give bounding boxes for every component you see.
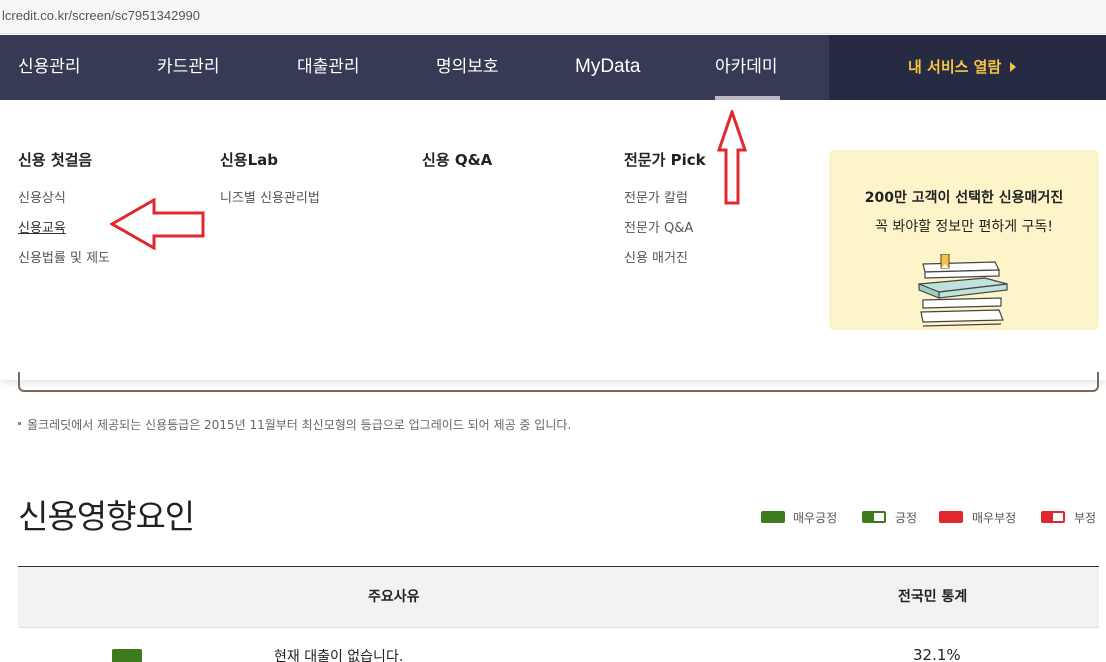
nav-item-loan-management[interactable]: 대출관리 <box>297 35 360 100</box>
legend-label: 매우긍정 <box>793 511 838 525</box>
magazine-promo-banner[interactable]: 200만 고객이 선택한 신용매거진 꼭 봐야할 정보만 편하게 구독! <box>829 150 1099 330</box>
browser-url-bar[interactable]: lcredit.co.kr/screen/sc7951342990 <box>0 0 1106 34</box>
legend-swatch-very-positive <box>761 511 785 523</box>
nav-item-academy[interactable]: 아카데미 <box>715 35 778 100</box>
nav-item-credit-management[interactable]: 신용관리 <box>18 35 81 100</box>
menu-link-credit-education[interactable]: 신용교육 <box>18 217 66 236</box>
menu-column-title-credit-basics: 신용 첫걸음 <box>18 151 93 169</box>
menu-link-expert-column[interactable]: 전문가 칼럼 <box>624 187 688 206</box>
nav-item-mydata[interactable]: MyData <box>575 35 640 100</box>
nav-item-identity-protection[interactable]: 명의보호 <box>436 35 499 100</box>
legend-label: 매우부정 <box>972 511 1017 525</box>
impact-swatch-very-positive <box>112 649 142 662</box>
legend-swatch-very-negative <box>939 511 963 523</box>
url-text[interactable]: lcredit.co.kr/screen/sc7951342990 <box>2 8 200 23</box>
academy-mega-menu: 신용 첫걸음 신용상식 신용교육 신용법률 및 제도 신용Lab 니즈별 신용관… <box>0 100 1106 380</box>
menu-link-credit-knowledge[interactable]: 신용상식 <box>18 187 66 206</box>
legend-label: 부정 <box>1074 511 1097 525</box>
legend-label: 긍정 <box>895 511 918 525</box>
factors-table-header: 주요사유 전국민 통계 <box>18 566 1099 628</box>
book-stack-icon <box>918 254 1008 327</box>
triangle-right-icon <box>1010 62 1016 72</box>
legend-swatch-positive <box>862 511 886 523</box>
menu-column-title-credit-lab: 신용Lab <box>220 151 279 169</box>
column-header-reason: 주요사유 <box>368 589 420 605</box>
promo-title: 200만 고객이 선택한 신용매거진 <box>864 190 1064 206</box>
main-nav: 신용관리 카드관리 대출관리 명의보호 MyData 아카데미 내 서비스 열람 <box>0 35 1106 100</box>
notice-text: 올크레딧에서 제공되는 신용등급은 2015년 11월부터 최신모형의 등급으로… <box>27 418 572 432</box>
my-service-label: 내 서비스 열람 <box>908 58 1002 76</box>
menu-column-title-credit-qa[interactable]: 신용 Q&A <box>422 149 492 170</box>
menu-link-needs-based-management[interactable]: 니즈별 신용관리법 <box>220 187 320 206</box>
menu-link-credit-magazine[interactable]: 신용 매거진 <box>624 247 688 266</box>
grade-notice: 올크레딧에서 제공되는 신용등급은 2015년 11월부터 최신모형의 등급으로… <box>18 416 571 433</box>
row-stat: 32.1% <box>913 646 961 662</box>
menu-link-credit-law[interactable]: 신용법률 및 제도 <box>18 247 110 266</box>
menu-column-title-expert-pick: 전문가 Pick <box>624 151 706 169</box>
my-service-button[interactable]: 내 서비스 열람 <box>829 35 1106 100</box>
promo-subtitle: 꼭 봐야할 정보만 편하게 구독! <box>875 219 1053 235</box>
nav-item-card-management[interactable]: 카드관리 <box>157 35 220 100</box>
row-reason: 현재 대출이 없습니다. <box>274 649 404 662</box>
bullet-icon <box>18 422 21 425</box>
legend-swatch-negative <box>1041 511 1065 523</box>
menu-link-expert-qa[interactable]: 전문가 Q&A <box>624 217 693 236</box>
section-title: 신용영향요인 <box>18 497 195 536</box>
column-header-national-stats: 전국민 통계 <box>898 589 968 605</box>
content-frame-edge <box>18 372 1099 392</box>
